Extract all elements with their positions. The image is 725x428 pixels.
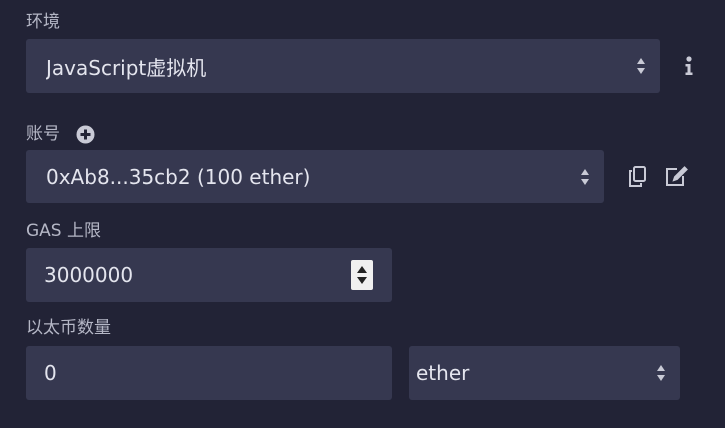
value-unit-select[interactable]: ether [409,346,680,400]
account-select[interactable]: 0xAb8...35cb2 (100 ether) [26,150,604,203]
edit-icon[interactable] [663,164,689,188]
info-icon[interactable] [680,54,698,78]
run-settings-panel: 环境 JavaScript虚拟机 账号 0xAb8...35cb2 (100 e… [0,0,725,428]
value-unit-selected: ether [416,361,470,385]
value-amount: 0 [44,361,57,385]
environment-select[interactable]: JavaScript虚拟机 [26,39,660,93]
select-arrows-icon [654,365,668,381]
environment-selected-value: JavaScript虚拟机 [46,55,207,80]
copy-icon[interactable] [626,164,648,188]
gas-limit-input[interactable]: 3000000 [26,248,392,302]
value-input[interactable]: 0 [26,346,392,400]
plus-circle-icon[interactable] [75,124,95,144]
account-label: 账号 [26,124,60,144]
account-selected-value: 0xAb8...35cb2 (100 ether) [46,164,311,189]
gas-limit-stepper[interactable] [351,260,373,290]
environment-label: 环境 [26,12,60,32]
select-arrows-icon [634,58,648,74]
select-arrows-icon [578,168,592,185]
gas-limit-label: GAS 上限 [26,221,101,241]
gas-limit-value: 3000000 [44,263,134,287]
value-label: 以太币数量 [26,318,111,338]
